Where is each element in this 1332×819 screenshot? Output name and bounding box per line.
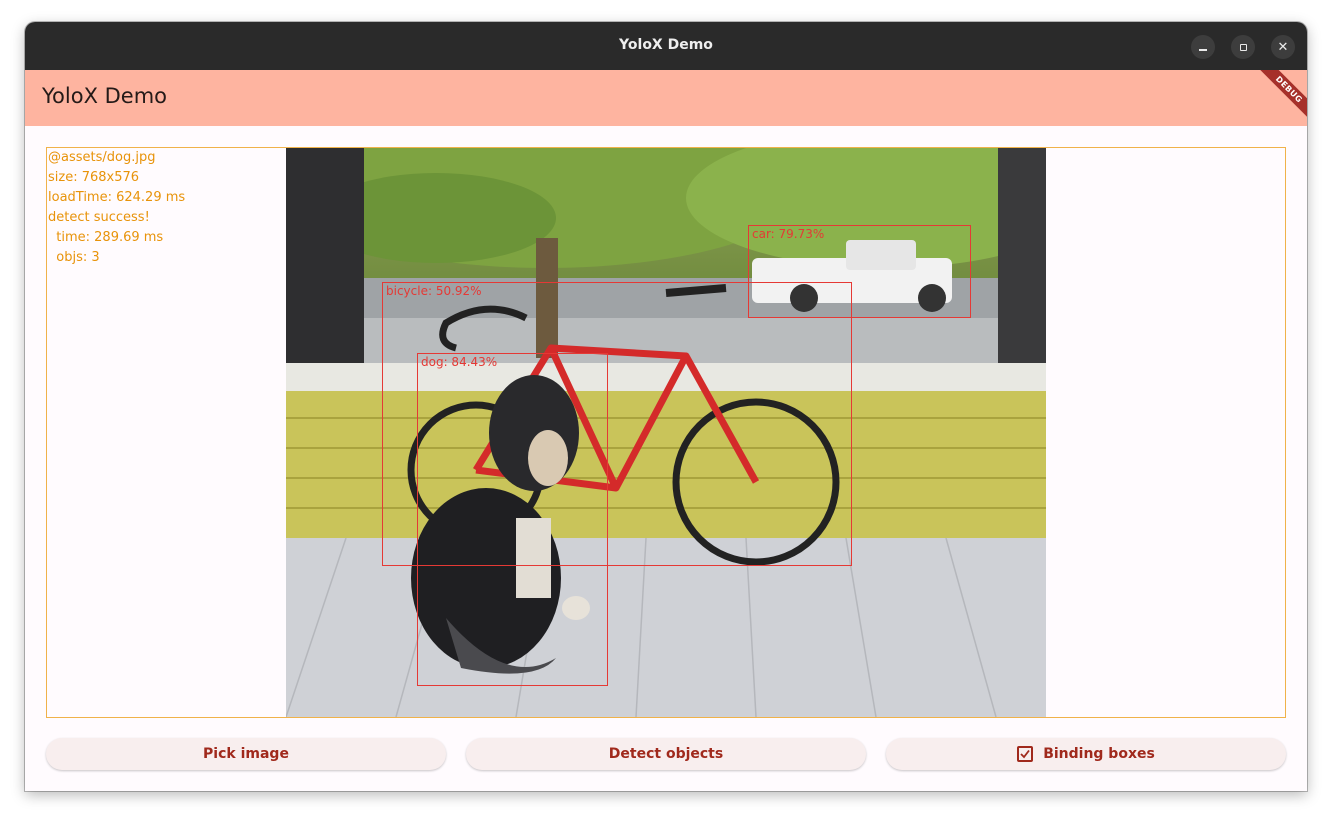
title-bar[interactable]: YoloX Demo ✕ bbox=[25, 22, 1307, 70]
pick-image-button[interactable]: Pick image bbox=[46, 738, 446, 770]
app-window: YoloX Demo ✕ YoloX Demo DEBUG @assets/do… bbox=[25, 22, 1307, 791]
minimize-button[interactable] bbox=[1191, 35, 1215, 59]
pick-image-label: Pick image bbox=[203, 746, 289, 762]
detect-objects-button[interactable]: Detect objects bbox=[466, 738, 866, 770]
result-panel: @assets/dog.jpg size: 768x576 loadTime: … bbox=[46, 147, 1286, 718]
detection-info: @assets/dog.jpg size: 768x576 loadTime: … bbox=[48, 148, 185, 268]
debug-banner-container: DEBUG bbox=[1247, 70, 1307, 130]
bounding-box-label: bicycle: 50.92% bbox=[386, 284, 482, 298]
minimize-icon bbox=[1199, 49, 1207, 51]
image-size: size: 768x576 bbox=[48, 170, 140, 185]
binding-boxes-button[interactable]: Binding boxes bbox=[886, 738, 1286, 770]
bounding-box-label: car: 79.73% bbox=[752, 227, 825, 241]
debug-banner: DEBUG bbox=[1256, 70, 1307, 123]
load-time: loadTime: 624.29 ms bbox=[48, 190, 186, 205]
checkbox-checked-icon[interactable] bbox=[1017, 746, 1034, 762]
image-path: @assets/dog.jpg bbox=[48, 150, 156, 165]
binding-boxes-label: Binding boxes bbox=[1043, 746, 1155, 762]
detect-objects-label: Detect objects bbox=[608, 746, 724, 762]
maximize-icon bbox=[1239, 43, 1247, 51]
detect-time: time: 289.69 ms bbox=[48, 230, 164, 245]
maximize-button[interactable] bbox=[1231, 35, 1255, 59]
close-icon: ✕ bbox=[1277, 39, 1289, 55]
close-button[interactable]: ✕ bbox=[1271, 35, 1295, 59]
window-title: YoloX Demo bbox=[619, 37, 713, 53]
bounding-box-dog: dog: 84.43% bbox=[417, 353, 608, 686]
detection-image: car: 79.73% bicycle: 50.92% dog: 84.43% bbox=[286, 148, 1046, 717]
app-bar: YoloX Demo bbox=[25, 70, 1307, 126]
detect-status: detect success! bbox=[48, 210, 150, 225]
bounding-box-label: dog: 84.43% bbox=[421, 355, 498, 369]
app-title: YoloX Demo bbox=[42, 84, 168, 108]
object-count: objs: 3 bbox=[48, 250, 100, 265]
